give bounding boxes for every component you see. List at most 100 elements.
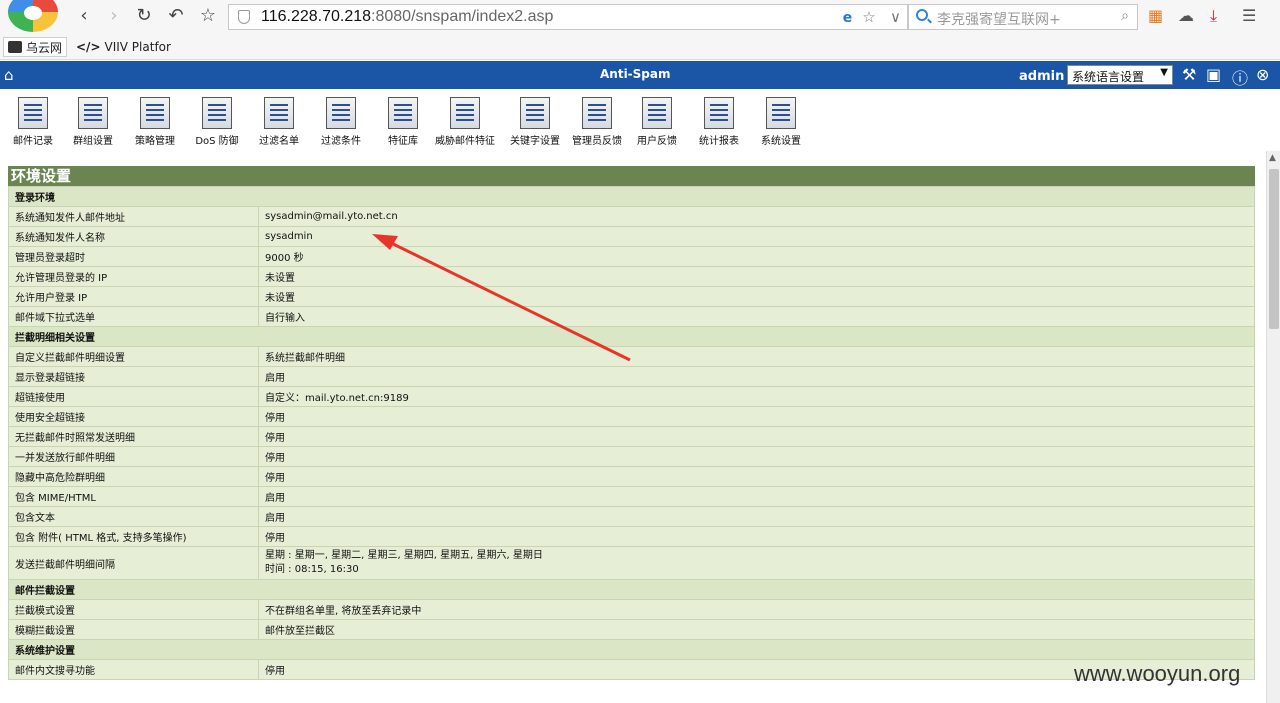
setting-key: 系统通知发件人名称 <box>9 227 258 246</box>
table-row: 包含文本 启用 <box>9 507 1254 526</box>
group-title: 邮件拦截设置 <box>9 580 1254 599</box>
admin-feedback-icon <box>582 97 612 129</box>
group-title: 系统维护设置 <box>9 640 1254 659</box>
toolbar-item[interactable]: 统计报表 <box>688 97 750 147</box>
scrollbar[interactable]: ▲ <box>1266 151 1280 703</box>
toolbar-item-label: 管理员反馈 <box>572 136 622 147</box>
address-bar[interactable]: 116.228.70.218:8080/snspam/index2.asp e ☆… <box>228 4 908 30</box>
toolbar-item-label: 过滤条件 <box>321 136 361 147</box>
setting-value: 停用 <box>259 427 1254 446</box>
ie-icon[interactable]: e <box>843 10 853 26</box>
signature-icon <box>388 97 418 129</box>
mail-log-icon <box>18 97 48 129</box>
setting-key: 邮件域下拉式选单 <box>9 307 258 326</box>
group-header-row: 拦截明细相关设置 <box>9 327 1254 346</box>
setting-key: 使用安全超链接 <box>9 407 258 426</box>
user-feedback-icon <box>642 97 672 129</box>
home-icon[interactable]: ⌂ <box>4 66 14 84</box>
shield-icon <box>238 10 250 24</box>
setting-value: sysadmin@mail.yto.net.cn <box>259 207 1254 226</box>
menu-icon[interactable]: ☰ <box>1242 6 1256 25</box>
tools-icon[interactable]: ⚒ <box>1182 65 1196 84</box>
table-row: 邮件内文搜寻功能 停用 <box>9 660 1254 679</box>
bookmark-viiv[interactable]: </> VIIV Platfor <box>76 37 171 57</box>
toolbar-item[interactable]: 策略管理 <box>124 97 186 147</box>
setting-key: 一并发送放行邮件明细 <box>9 447 258 466</box>
group-header-row: 登录环境 <box>9 187 1254 206</box>
search-go-icon[interactable]: ⌕ <box>1121 8 1129 24</box>
undo-icon[interactable]: ↶ <box>164 5 188 29</box>
url-text: 116.228.70.218:8080/snspam/index2.asp <box>261 8 554 25</box>
watermark: www.wooyun.org <box>1074 661 1241 686</box>
search-box[interactable]: 李克强寄望互联网+ ⌕ <box>908 4 1138 30</box>
back-icon[interactable]: ‹ <box>72 5 96 29</box>
group-title: 登录环境 <box>9 187 1254 206</box>
setting-value: 启用 <box>259 507 1254 526</box>
monitor-icon[interactable]: ▣ <box>1206 65 1221 84</box>
setting-value-line: 星期 : 星期一, 星期二, 星期三, 星期四, 星期五, 星期六, 星期日 <box>265 550 543 561</box>
table-row: 超链接使用 自定义：mail.yto.net.cn:9189 <box>9 387 1254 406</box>
table-row: 允许用户登录 IP 未设置 <box>9 287 1254 306</box>
toolbar-item[interactable]: 管理员反馈 <box>566 97 628 147</box>
toolbar-item[interactable]: 系统设置 <box>750 97 812 147</box>
setting-value: 不在群组名单里, 将放至丢弃记录中 <box>259 600 1254 619</box>
scroll-thumb[interactable] <box>1269 169 1279 329</box>
table-row: 系统通知发件人名称 sysadmin <box>9 227 1254 246</box>
apps-icon[interactable]: ▦ <box>1148 6 1163 25</box>
reload-icon[interactable]: ↻ <box>132 5 156 29</box>
bookmarks-bar: 乌云网 </> VIIV Platfor <box>0 33 1280 60</box>
app-header: ⌂ Anti-Spam admin 系统语言设置 ▼ ⚒ ▣ ⓘ ⊗ <box>0 61 1280 89</box>
toolbar-item[interactable]: 用户反馈 <box>626 97 688 147</box>
system-settings-icon <box>766 97 796 129</box>
star-icon[interactable]: ☆ <box>196 5 220 29</box>
toolbar-item[interactable]: 关键字设置 <box>504 97 566 147</box>
code-icon: </> <box>76 40 101 54</box>
setting-value-line: 时间 : 08:15, 16:30 <box>265 564 359 575</box>
toolbar-item[interactable]: DoS 防御 <box>186 97 248 147</box>
setting-key: 包含 MIME/HTML <box>9 487 258 506</box>
setting-key: 隐藏中高危险群明细 <box>9 467 258 486</box>
bookmark-wooyun[interactable]: 乌云网 <box>3 37 68 57</box>
close-icon[interactable]: ⊗ <box>1256 65 1269 84</box>
toolbar-item[interactable]: 过滤名单 <box>248 97 310 147</box>
keyword-icon <box>520 97 550 129</box>
dropdown-icon[interactable]: ∨ <box>890 8 901 26</box>
language-select[interactable]: 系统语言设置 ▼ <box>1067 65 1173 85</box>
setting-key: 无拦截邮件时照常发送明细 <box>9 427 258 446</box>
toolbar-item[interactable]: 群组设置 <box>62 97 124 147</box>
favorite-icon[interactable]: ☆ <box>862 8 875 26</box>
search-placeholder: 李克强寄望互联网+ <box>937 12 1061 28</box>
setting-value: 自定义：mail.yto.net.cn:9189 <box>259 387 1254 406</box>
settings-panel: 环境设置 登录环境 系统通知发件人邮件地址 sysadmin@mail.yto.ne… <box>8 166 1255 703</box>
filter-list-icon <box>264 97 294 129</box>
setting-value: 星期 : 星期一, 星期二, 星期三, 星期四, 星期五, 星期六, 星期日 时间… <box>259 547 1254 579</box>
setting-value: 启用 <box>259 367 1254 386</box>
info-icon[interactable]: ⓘ <box>1232 65 1248 89</box>
forward-icon[interactable]: › <box>102 5 126 29</box>
group-title: 拦截明细相关设置 <box>9 327 1254 346</box>
scroll-up-icon[interactable]: ▲ <box>1269 153 1276 163</box>
toolbar-item-label: 策略管理 <box>135 136 175 147</box>
table-row: 系统通知发件人邮件地址 sysadmin@mail.yto.net.cn <box>9 207 1254 226</box>
toolbar-item-label: 过滤名单 <box>259 136 299 147</box>
download-icon[interactable]: ⤓ <box>1210 6 1217 26</box>
setting-key: 发送拦截邮件明细间隔 <box>9 547 258 579</box>
threat-icon <box>450 97 480 129</box>
cloud-icon[interactable]: ☁ <box>1178 6 1194 25</box>
toolbar-item[interactable]: 邮件记录 <box>2 97 64 147</box>
report-icon <box>704 97 734 129</box>
toolbar-item[interactable]: 威胁邮件特征 <box>434 97 496 147</box>
section-title: 环境设置 <box>8 166 1255 186</box>
table-row: 显示登录超链接 启用 <box>9 367 1254 386</box>
toolbar-item[interactable]: 特征库 <box>372 97 434 147</box>
table-row: 无拦截邮件时照常发送明细 停用 <box>9 427 1254 446</box>
module-toolbar: 邮件记录 群组设置 策略管理 DoS 防御 过滤名单 过滤条件 特征库 威胁邮件特征 关键字设置… <box>0 89 1280 151</box>
setting-key: 包含文本 <box>9 507 258 526</box>
setting-value: 停用 <box>259 447 1254 466</box>
setting-key: 系统通知发件人邮件地址 <box>9 207 258 226</box>
toolbar-item[interactable]: 过滤条件 <box>310 97 372 147</box>
toolbar-item-label: 群组设置 <box>73 136 113 147</box>
setting-value: 邮件放至拦截区 <box>259 620 1254 639</box>
setting-key: 允许管理员登录的 IP <box>9 267 258 286</box>
group-header-row: 系统维护设置 <box>9 640 1254 659</box>
